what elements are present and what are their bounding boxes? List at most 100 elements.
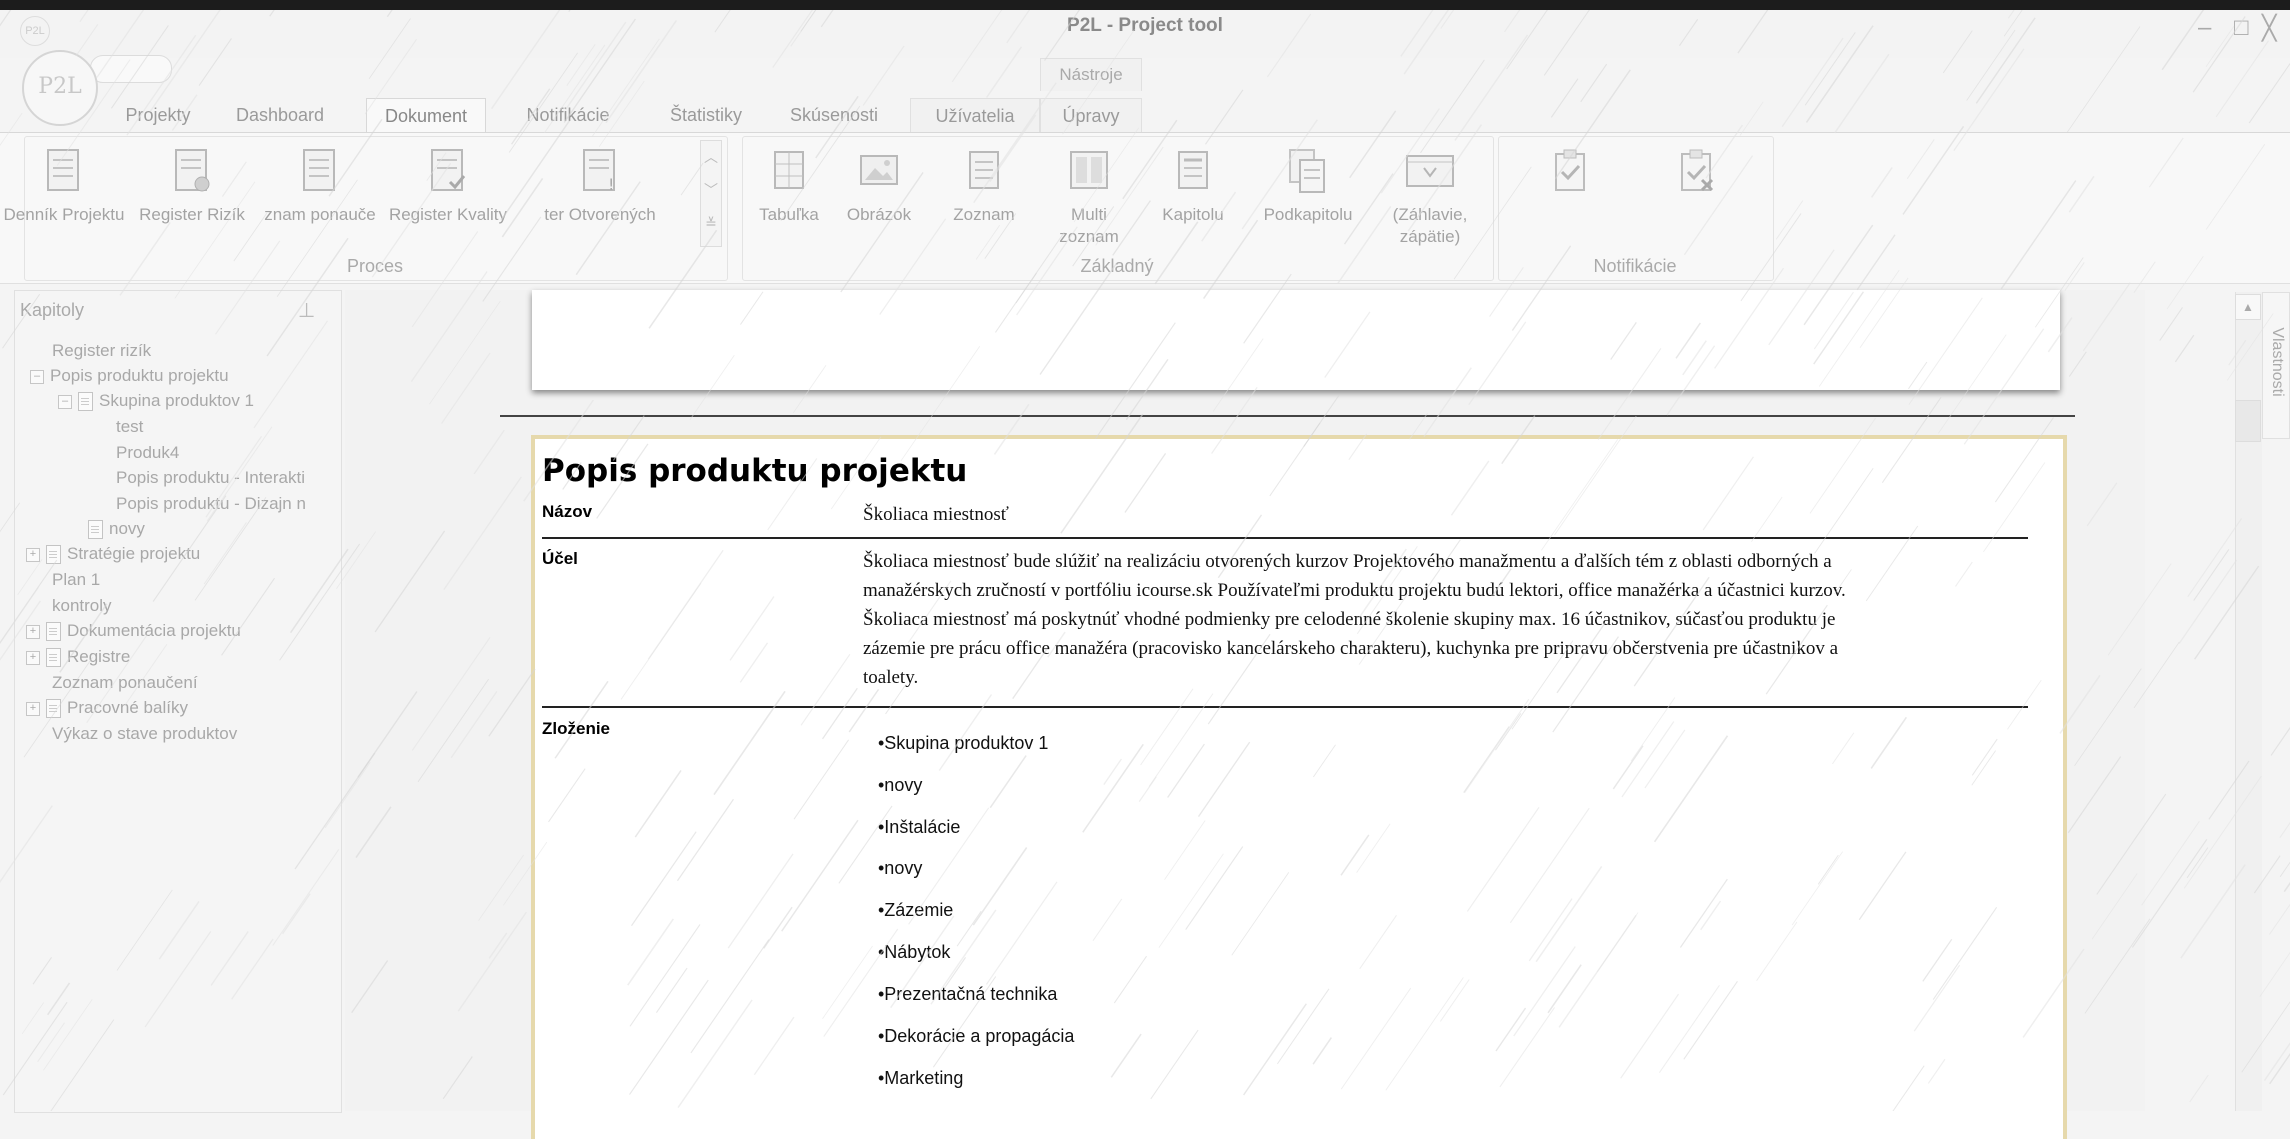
register-rizik-button[interactable]: Register Rizík bbox=[128, 140, 256, 226]
tab-projekty[interactable]: Projekty bbox=[112, 98, 204, 132]
tree-item-label: Dokumentácia projektu bbox=[67, 621, 241, 640]
register-rizik-label: Register Rizík bbox=[139, 205, 245, 224]
tree-item[interactable]: Zoznam ponaučení bbox=[52, 673, 198, 693]
ucel-line: Školiaca miestnosť bude slúžiť na realiz… bbox=[863, 551, 1832, 572]
tree-item[interactable]: novy bbox=[88, 519, 145, 540]
ucel-line: Školiaca miestnosť má poskytnúť vhodné p… bbox=[863, 609, 1836, 630]
register-otvorenych-label: ter Otvorených bbox=[544, 205, 656, 224]
podkapitolu-button[interactable]: Podkapitolu bbox=[1250, 140, 1366, 226]
nazov-value: Školiaca miestnosť bbox=[863, 504, 1009, 525]
zoznam-ponauceni-button[interactable]: znam ponauče bbox=[256, 140, 384, 226]
zahlavie-zapatie-button[interactable]: (Záhlavie, zápätie) bbox=[1372, 140, 1488, 248]
scratch-line bbox=[2279, 861, 2290, 878]
ribbon-gallery-scroll[interactable]: ︿ ﹀ ≚ bbox=[700, 140, 722, 247]
tab-uzivatelia[interactable]: Užívatelia bbox=[910, 98, 1040, 133]
document-icon bbox=[46, 648, 61, 668]
list-item: •Dekorácie a propagácia bbox=[878, 1026, 1075, 1046]
quick-access-bar[interactable] bbox=[90, 55, 172, 83]
scratch-line bbox=[1580, 63, 1608, 103]
journal-icon bbox=[42, 146, 86, 198]
tree-item[interactable]: + Dokumentácia projektu bbox=[26, 621, 241, 642]
collapse-icon[interactable]: – bbox=[58, 394, 72, 409]
tree-item[interactable]: + Stratégie projektu bbox=[26, 544, 200, 565]
tree-item-label: novy bbox=[109, 519, 145, 538]
properties-side-tab[interactable]: Vlastnosti bbox=[2262, 292, 2290, 439]
tab-dashboard[interactable]: Dashboard bbox=[222, 98, 338, 132]
tab-upravy[interactable]: Úpravy bbox=[1040, 98, 1142, 133]
ucel-line: toalety. bbox=[863, 667, 919, 688]
list-item: •Zázemie bbox=[878, 900, 954, 920]
chapter-icon bbox=[1171, 146, 1215, 198]
zoznam-ponauceni-label: znam ponauče bbox=[264, 205, 376, 224]
collapse-icon[interactable]: – bbox=[30, 369, 44, 384]
maximize-button[interactable]: □ bbox=[2234, 14, 2249, 42]
tabulka-label: Tabuľka bbox=[759, 205, 819, 224]
document-icon bbox=[78, 392, 93, 412]
register-otvorenych-button[interactable]: ! ter Otvorených bbox=[512, 140, 688, 226]
tree-item[interactable]: Produk4 bbox=[116, 443, 179, 463]
ucel-line: zázemie pre prácu office manažéra (praco… bbox=[863, 638, 1839, 659]
app-menu-button[interactable]: P2L bbox=[22, 50, 98, 126]
row-divider bbox=[542, 706, 2028, 708]
pin-icon[interactable]: ⊥ bbox=[298, 298, 315, 323]
tab-dokument[interactable]: Dokument bbox=[366, 98, 486, 134]
kapitolu-label: Kapitolu bbox=[1162, 205, 1224, 224]
scroll-up-button[interactable]: ▲ bbox=[2235, 294, 2261, 320]
expand-gallery-icon[interactable]: ≚ bbox=[701, 207, 721, 240]
obrazok-button[interactable]: Obrázok bbox=[834, 140, 924, 226]
list-icon bbox=[962, 146, 1006, 198]
close-button[interactable]: ╳ bbox=[2262, 14, 2276, 43]
tab-notifikacie[interactable]: Notifikácie bbox=[508, 98, 628, 132]
context-group-label: Nástroje bbox=[1040, 58, 1142, 91]
document-icon bbox=[46, 622, 61, 642]
list-item: •Nábytok bbox=[878, 942, 951, 962]
tree-item[interactable]: – Popis produktu projektu bbox=[30, 366, 229, 386]
tab-statistiky[interactable]: Štatistiky bbox=[652, 98, 760, 132]
clipboard-cross-icon bbox=[1674, 146, 1718, 198]
scroll-thumb[interactable] bbox=[2235, 400, 2261, 442]
register-kvality-button[interactable]: Register Kvality bbox=[384, 140, 512, 226]
minimize-button[interactable]: – bbox=[2198, 14, 2211, 42]
expand-icon[interactable]: + bbox=[26, 547, 40, 562]
tab-skusenosti[interactable]: Skúsenosti bbox=[778, 98, 890, 132]
expand-icon[interactable]: + bbox=[26, 624, 40, 639]
tree-item[interactable]: Výkaz o stave produktov bbox=[52, 724, 237, 744]
list-item: •Skupina produktov 1 bbox=[878, 733, 1049, 753]
tree-item[interactable]: Plan 1 bbox=[52, 570, 100, 590]
chevron-down-icon[interactable]: ﹀ bbox=[701, 174, 721, 207]
list-item: •novy bbox=[878, 858, 923, 878]
list-item: •Inštalácie bbox=[878, 817, 961, 837]
image-icon bbox=[857, 146, 901, 198]
tree-item[interactable]: Register rizík bbox=[52, 341, 151, 361]
multi-zoznam-button[interactable]: Multi zoznam bbox=[1048, 140, 1130, 248]
tree-item[interactable]: + Pracovné balíky bbox=[26, 698, 188, 719]
tree-item[interactable]: test bbox=[116, 417, 143, 437]
properties-tab-label: Vlastnosti bbox=[2269, 327, 2286, 397]
dennik-projektu-button[interactable]: Denník Projektu bbox=[0, 140, 128, 226]
podkapitolu-label: Podkapitolu bbox=[1263, 205, 1353, 224]
document-page[interactable] bbox=[531, 435, 2067, 1139]
app-small-logo-text: P2L bbox=[25, 25, 45, 37]
tree-item[interactable]: Popis produktu - Interakti bbox=[116, 468, 336, 488]
notification-approve-button[interactable] bbox=[1530, 140, 1610, 204]
tree-item[interactable]: Popis produktu - Dizajn n bbox=[116, 494, 336, 514]
multi-list-icon bbox=[1067, 146, 1111, 198]
ribbon-group-label-zakladny: Základný bbox=[1080, 256, 1154, 276]
kapitolu-button[interactable]: Kapitolu bbox=[1148, 140, 1238, 226]
multi-zoznam-label: Multi zoznam bbox=[1059, 205, 1119, 246]
zlozenie-label: Zloženie bbox=[542, 719, 611, 738]
tabulka-button[interactable]: Tabuľka bbox=[746, 140, 832, 226]
subchapter-icon bbox=[1286, 146, 1330, 198]
lessons-icon bbox=[298, 146, 342, 198]
tree-item[interactable]: + Registre bbox=[26, 647, 130, 668]
register-kvality-label: Register Kvality bbox=[388, 205, 508, 224]
expand-icon[interactable]: + bbox=[26, 650, 40, 665]
tree-item[interactable]: – Skupina produktov 1 bbox=[58, 391, 254, 412]
expand-icon[interactable]: + bbox=[26, 701, 40, 716]
chevron-up-icon[interactable]: ︿ bbox=[701, 141, 721, 174]
ucel-line: manažérskych zručností v portfóliu icour… bbox=[863, 580, 1846, 601]
notification-reject-button[interactable] bbox=[1656, 140, 1736, 204]
nazov-label: Názov bbox=[542, 502, 593, 521]
zoznam-button[interactable]: Zoznam bbox=[936, 140, 1032, 226]
tree-item[interactable]: kontroly bbox=[52, 596, 112, 616]
